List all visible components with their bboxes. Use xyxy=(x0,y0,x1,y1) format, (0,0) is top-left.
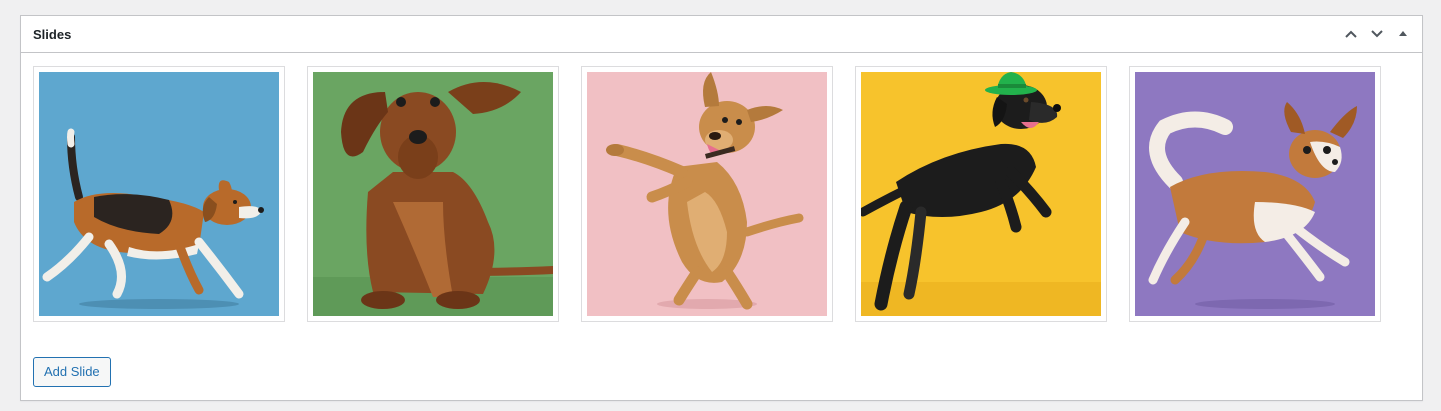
triangle-up-icon xyxy=(1399,31,1407,36)
slide-image-beagle xyxy=(39,72,279,316)
slide-image-labrador-mix xyxy=(587,72,827,316)
slide-image-dachshund xyxy=(313,72,553,316)
toggle-panel-button[interactable] xyxy=(1390,16,1416,52)
slide-thumbnail[interactable] xyxy=(33,66,285,322)
move-up-button[interactable] xyxy=(1338,16,1364,52)
move-down-button[interactable] xyxy=(1364,16,1390,52)
chevron-up-icon xyxy=(1345,30,1357,38)
slide-thumbnail[interactable] xyxy=(581,66,833,322)
slide-image-black-lab xyxy=(861,72,1101,316)
metabox-controls xyxy=(1338,16,1416,52)
chevron-down-icon xyxy=(1371,30,1383,38)
slide-image-chihuahua xyxy=(1135,72,1375,316)
slide-thumbnail[interactable] xyxy=(1129,66,1381,322)
slide-thumbnail[interactable] xyxy=(307,66,559,322)
slides-metabox: Slides Add Slide xyxy=(20,15,1423,401)
slide-thumbnail[interactable] xyxy=(855,66,1107,322)
slides-list xyxy=(33,66,1403,322)
metabox-header: Slides xyxy=(21,16,1422,53)
metabox-title: Slides xyxy=(33,26,72,42)
add-slide-button[interactable]: Add Slide xyxy=(33,357,111,387)
